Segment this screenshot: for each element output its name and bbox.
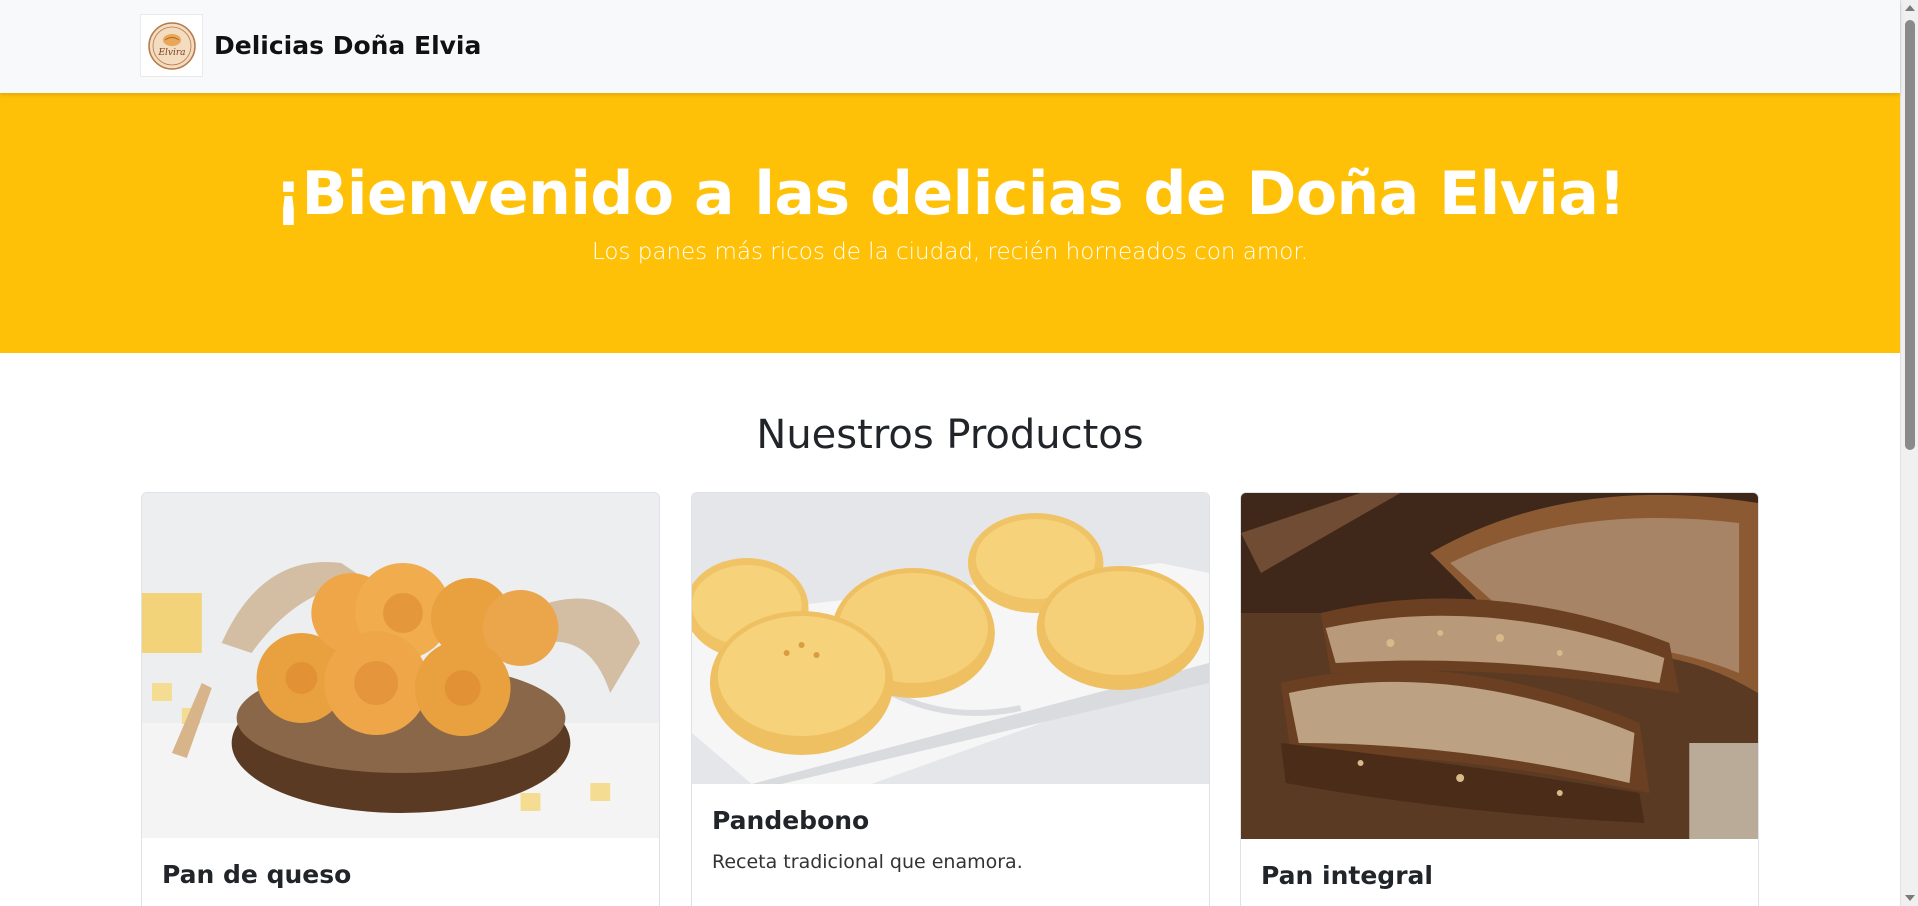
whole-wheat-bread-image — [1241, 493, 1758, 839]
hero-title: ¡Bienvenido a las delicias de Doña Elvia… — [274, 159, 1626, 229]
hero-banner: ¡Bienvenido a las delicias de Doña Elvia… — [0, 93, 1900, 353]
product-name: Pan integral — [1261, 861, 1433, 890]
cheese-bread-basket-image — [142, 493, 659, 838]
bread-logo-icon: Elvira — [147, 21, 196, 70]
logo-text: Elvira — [157, 48, 185, 58]
brand-name[interactable]: Delicias Doña Elvia — [214, 31, 481, 60]
scrollbar-thumb[interactable] — [1905, 20, 1915, 450]
scroll-down-arrow-icon[interactable] — [1905, 895, 1915, 901]
navbar-brand[interactable]: Elvira Delicias Doña Elvia — [140, 14, 481, 77]
scroll-up-arrow-icon[interactable] — [1905, 5, 1915, 11]
pandebono-image — [692, 493, 1209, 784]
product-name: Pandebono — [712, 806, 870, 835]
page-scrollbar[interactable] — [1900, 0, 1918, 906]
hero-subtitle: Los panes más ricos de la ciudad, recién… — [591, 239, 1309, 265]
navbar: Elvira Delicias Doña Elvia — [0, 0, 1900, 93]
product-card-pandebono[interactable]: Pandebono Receta tradicional que enamora… — [691, 492, 1210, 906]
product-description: Receta tradicional que enamora. — [712, 851, 1023, 873]
products-section-title: Nuestros Productos — [756, 412, 1144, 458]
brand-logo[interactable]: Elvira — [140, 14, 203, 77]
product-card-pan-integral[interactable]: Pan integral — [1240, 492, 1759, 906]
product-name: Pan de queso — [162, 860, 352, 889]
product-card-pan-de-queso[interactable]: Pan de queso — [141, 492, 660, 906]
